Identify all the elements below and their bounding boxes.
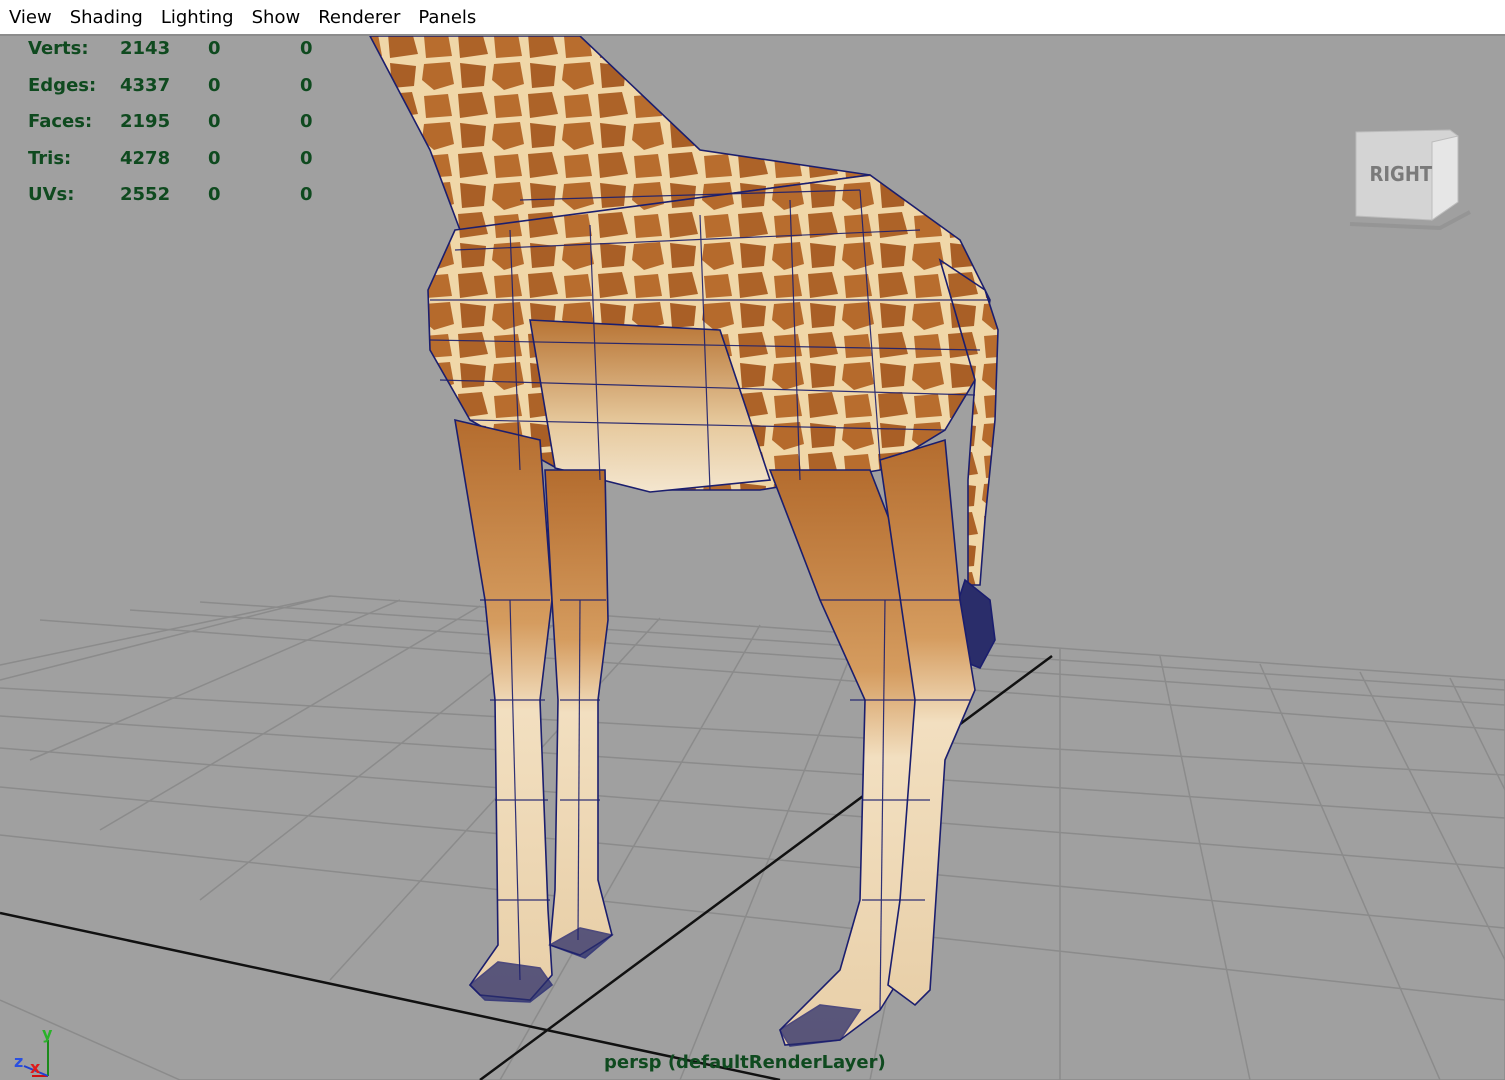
hud-selected: 0 xyxy=(208,184,221,205)
hud-value: 2143 xyxy=(120,38,171,59)
axis-gizmo-icon: y z x xyxy=(12,1024,62,1080)
viewport-menubar: View Shading Lighting Show Renderer Pane… xyxy=(0,0,1505,36)
giraffe-mesh xyxy=(369,36,999,1047)
menu-view[interactable]: View xyxy=(0,7,61,28)
hud-extra: 0 xyxy=(300,111,313,132)
scene-canvas[interactable] xyxy=(0,36,1505,1080)
hud-value: 2552 xyxy=(120,184,171,205)
3d-viewport[interactable]: RIGHT y z x xyxy=(0,36,1505,1080)
hud-value: 2195 xyxy=(120,111,171,132)
hud-selected: 0 xyxy=(208,111,221,132)
ground-grid xyxy=(0,595,1505,1080)
hud-label: Edges: xyxy=(28,74,97,96)
hud-label: Verts: xyxy=(28,38,89,59)
view-cube-face-label: RIGHT xyxy=(1369,162,1433,186)
axis-y-label: y xyxy=(42,1024,53,1043)
menu-show[interactable]: Show xyxy=(243,7,310,28)
hud-value: 4278 xyxy=(120,147,171,169)
menu-panels[interactable]: Panels xyxy=(409,7,485,28)
axis-x-label: x xyxy=(30,1058,41,1077)
hud-selected: 0 xyxy=(208,38,221,59)
hud-label: Faces: xyxy=(28,111,93,132)
hud-value: 4337 xyxy=(120,74,171,96)
menu-shading[interactable]: Shading xyxy=(61,7,152,28)
camera-label: persp (defaultRenderLayer) xyxy=(604,1052,886,1073)
axis-z-label: z xyxy=(14,1052,24,1071)
hud-selected: 0 xyxy=(208,147,221,169)
hud-label: Tris: xyxy=(28,147,72,169)
menu-renderer[interactable]: Renderer xyxy=(309,7,409,28)
hud-label: UVs: xyxy=(28,184,75,205)
hud-extra: 0 xyxy=(300,147,313,169)
hud-extra: 0 xyxy=(300,38,313,59)
menu-lighting[interactable]: Lighting xyxy=(152,7,243,28)
hud-extra: 0 xyxy=(300,74,313,96)
hud-selected: 0 xyxy=(208,74,221,96)
hud-extra: 0 xyxy=(300,184,313,205)
